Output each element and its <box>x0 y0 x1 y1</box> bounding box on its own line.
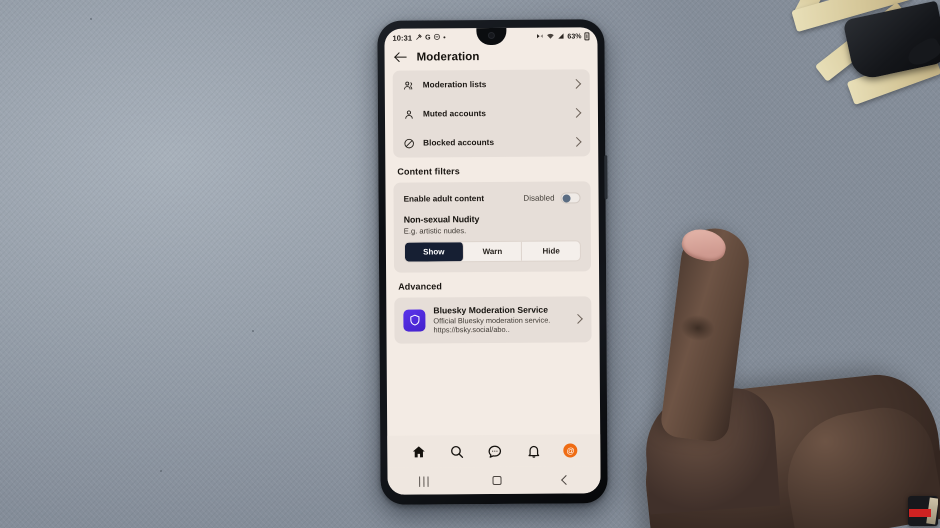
bluesky-moderation-service-card[interactable]: Bluesky Moderation Service Official Blue… <box>394 296 592 344</box>
android-system-nav: ||| <box>387 466 601 495</box>
service-text: Bluesky Moderation Service Official Blue… <box>433 304 566 335</box>
desk-speck <box>252 330 254 332</box>
desk-speck <box>160 470 162 472</box>
messages-icon[interactable] <box>487 442 504 459</box>
sidebar-item-blocked-accounts[interactable]: Blocked accounts <box>393 127 590 157</box>
power-button[interactable] <box>604 155 608 200</box>
adult-content-toggle[interactable] <box>560 192 581 204</box>
nudity-description: E.g. artistic nudes. <box>403 226 467 236</box>
search-icon[interactable] <box>448 443 465 460</box>
black-object-nub <box>904 35 940 70</box>
non-sexual-nudity-setting: Non-sexual Nudity E.g. artistic nudes. S… <box>394 211 591 263</box>
section-title-content-filters: Content filters <box>397 166 460 177</box>
shield-icon <box>403 309 426 332</box>
front-camera <box>487 31 495 40</box>
person-icon <box>402 108 415 121</box>
phone-screen: 10:31 G 63% Moderation Moderation lists … <box>384 27 601 495</box>
enable-adult-content-row[interactable]: Enable adult content Disabled <box>393 183 590 212</box>
do-not-disturb-icon <box>434 33 441 42</box>
content-filters-card: Enable adult content Disabled Non-sexual… <box>393 181 592 273</box>
signal-icon <box>557 32 564 41</box>
notifications-icon[interactable] <box>525 442 542 459</box>
toggle-knob <box>562 194 571 203</box>
service-subtitle: Official Bluesky moderation service. htt… <box>433 315 551 335</box>
nudity-title: Non-sexual Nudity <box>403 214 480 225</box>
status-time: 10:31 <box>392 33 413 43</box>
home-button[interactable] <box>492 475 502 486</box>
wifi-icon <box>546 32 554 41</box>
sidebar-item-muted-accounts[interactable]: Muted accounts <box>393 98 590 128</box>
battery-percent: 63% <box>567 32 582 40</box>
hand <box>636 224 940 528</box>
desk-speck <box>90 18 92 20</box>
silent-icon <box>415 33 422 42</box>
segment-option-hide[interactable]: Hide <box>522 241 580 260</box>
sidebar-item-moderation-lists[interactable]: Moderation lists <box>393 69 590 99</box>
settings-content: Moderation lists Muted accounts Blocked … <box>385 69 600 344</box>
page-title: Moderation <box>416 50 480 64</box>
list-item-label: Moderation lists <box>422 80 487 90</box>
app-header: Moderation <box>384 45 597 70</box>
profile-avatar[interactable]: @ <box>563 443 578 458</box>
bottom-navigation-bar: @ <box>387 434 601 468</box>
recents-button[interactable]: ||| <box>418 475 431 487</box>
red-object-stripe <box>909 509 931 517</box>
back-button[interactable] <box>561 475 572 485</box>
segment-option-warn[interactable]: Warn <box>463 241 523 262</box>
nudity-segmented-control: Show Warn Hide <box>403 240 581 263</box>
block-icon <box>402 137 415 150</box>
section-title-advanced: Advanced <box>398 281 443 292</box>
list-item-label: Blocked accounts <box>423 137 495 148</box>
battery-icon <box>584 32 590 41</box>
google-icon: G <box>425 33 431 41</box>
chevron-right-icon <box>572 314 583 325</box>
wooden-sticks <box>786 0 940 122</box>
chevron-right-icon <box>571 78 582 89</box>
smartphone: 10:31 G 63% Moderation Moderation lists … <box>377 19 608 505</box>
adult-content-state: Disabled <box>523 193 555 203</box>
list-item-label: Muted accounts <box>422 109 487 119</box>
chevron-right-icon <box>571 136 582 147</box>
dot-icon <box>443 36 446 39</box>
enable-adult-content-label: Enable adult content <box>403 194 485 204</box>
people-icon <box>402 79 415 92</box>
status-bar-right: 63% <box>536 32 590 41</box>
status-bar-left: 10:31 G <box>392 33 446 43</box>
back-arrow-icon[interactable] <box>395 51 408 64</box>
cast-icon <box>536 32 543 41</box>
moderation-list-card: Moderation lists Muted accounts Blocked … <box>392 69 591 158</box>
home-icon[interactable] <box>410 443 427 460</box>
chevron-right-icon <box>571 107 582 118</box>
red-label-object <box>908 496 938 526</box>
service-title: Bluesky Moderation Service <box>433 304 549 316</box>
segment-option-show[interactable]: Show <box>404 242 464 262</box>
